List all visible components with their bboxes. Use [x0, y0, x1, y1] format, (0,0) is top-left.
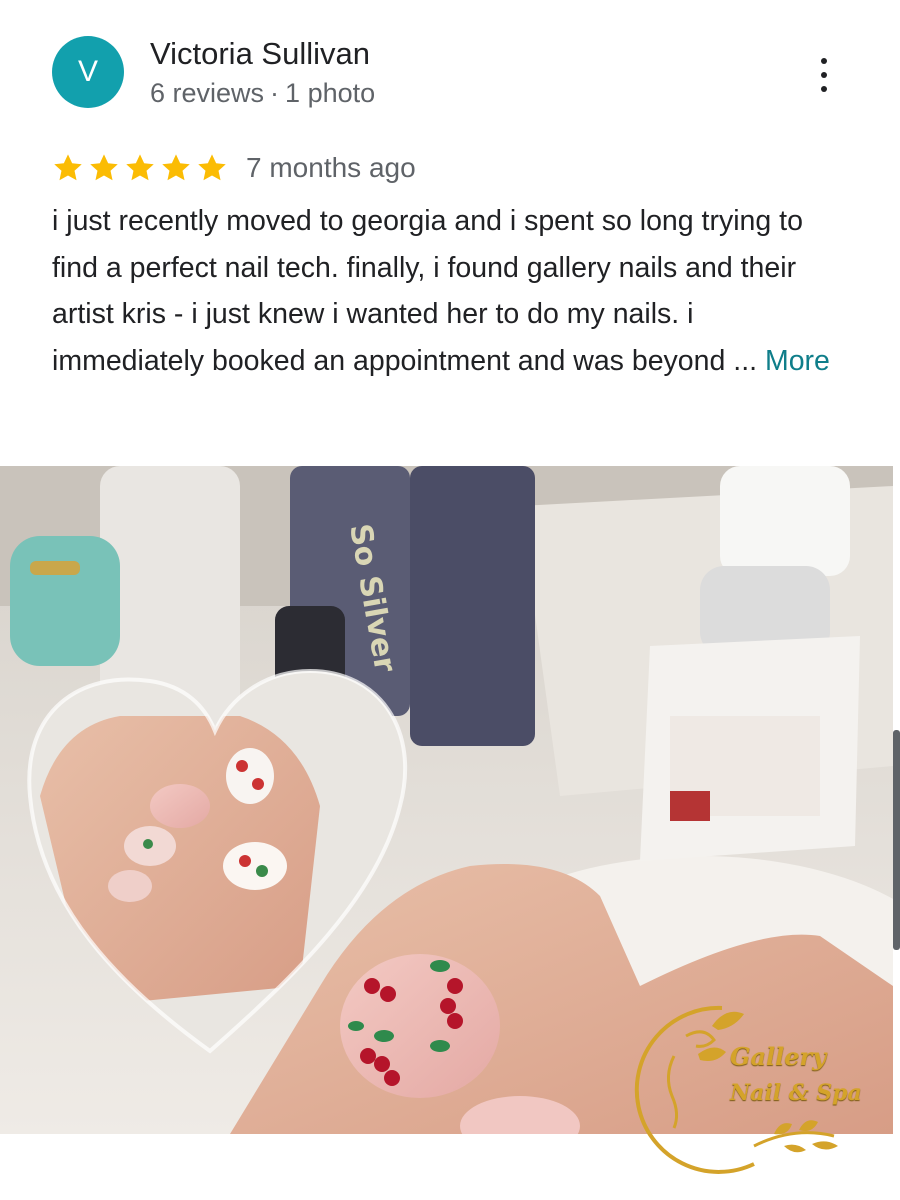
logo-text-line2: Nail & Spa — [730, 1080, 862, 1106]
rating-row: 7 months ago — [52, 148, 416, 188]
gallery-logo: Gallery Nail & Spa — [634, 996, 874, 1176]
review-body: i just recently moved to georgia and i s… — [52, 205, 803, 377]
logo-text-line1: Gallery — [730, 1042, 827, 1071]
avatar-letter: V — [77, 55, 98, 88]
star-icon — [54, 154, 82, 181]
more-link[interactable]: More — [765, 345, 830, 377]
reviews-count: 6 reviews — [150, 78, 265, 108]
reviewer-avatar[interactable]: V — [52, 36, 124, 108]
review-time: 7 months ago — [246, 152, 416, 183]
more-vert-icon[interactable] — [816, 58, 832, 92]
scrollbar-thumb[interactable] — [893, 730, 900, 950]
review-text: i just recently moved to georgia and i s… — [52, 198, 852, 384]
star-icon — [162, 154, 190, 181]
reviewer-name[interactable]: Victoria Sullivan — [150, 36, 370, 72]
reviewer-meta: 6 reviews · 1 photo — [150, 78, 375, 109]
star-icon — [126, 154, 154, 181]
star-rating — [52, 152, 228, 184]
star-icon — [198, 154, 226, 181]
review-card: V Victoria Sullivan 6 reviews · 1 photo 7 … — [0, 0, 900, 1200]
reviewer-header: V Victoria Sullivan 6 reviews · 1 photo — [52, 36, 872, 116]
photos-count: 1 photo — [285, 78, 376, 108]
star-icon — [90, 154, 118, 181]
meta-separator: · — [270, 78, 280, 108]
